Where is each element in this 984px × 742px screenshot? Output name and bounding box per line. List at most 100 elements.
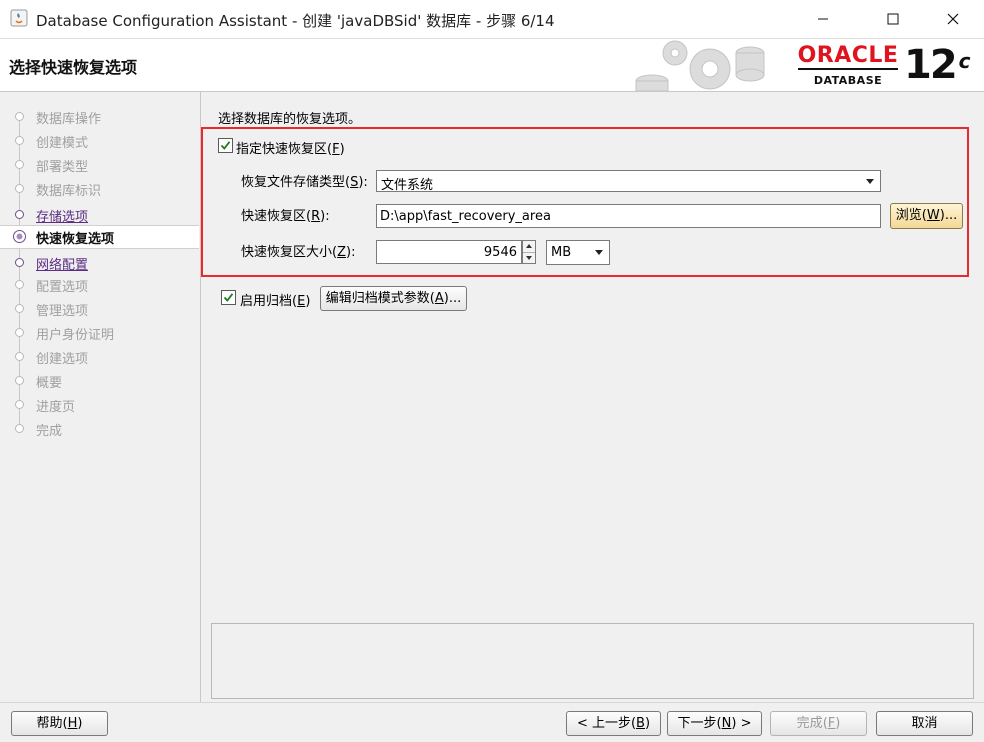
minimize-button[interactable] xyxy=(800,0,846,38)
step-header: 选择快速恢复选项 ORACLE DATABASE 12 c xyxy=(0,39,984,92)
checkmark-icon xyxy=(223,293,234,302)
fra-location-label: 快速恢复区(R): xyxy=(241,209,330,224)
nav-item-label: 部署类型 xyxy=(36,160,89,175)
step-dot-icon xyxy=(15,280,24,289)
archive-checkbox[interactable] xyxy=(221,290,236,305)
step-dot-icon xyxy=(15,304,24,313)
fra-checkbox-text: 指定快速恢复区 xyxy=(236,142,328,157)
edit-archive-params-button[interactable]: 编辑归档模式参数(A)... xyxy=(320,286,467,311)
close-button[interactable] xyxy=(930,0,976,38)
step-dot-icon xyxy=(15,112,24,121)
storage-type-value: 文件系统 xyxy=(381,178,434,193)
edit-archive-params-mnemonic: A xyxy=(434,291,444,306)
edit-archive-params-ellipsis: ... xyxy=(448,291,462,306)
nav-item-network-config[interactable]: 网络配置 xyxy=(0,252,199,274)
fra-checkbox-mnemonic: F xyxy=(332,142,340,157)
nav-item-database-identification: 数据库标识 xyxy=(0,178,199,200)
gears-decoration-icon xyxy=(635,40,765,91)
nav-item-creation-options: 创建选项 xyxy=(0,346,199,368)
storage-type-label: 恢复文件存储类型(S): xyxy=(241,175,368,190)
nav-item-label: 配置选项 xyxy=(36,280,89,295)
fra-location-mnemonic: R xyxy=(311,209,321,224)
highlight-box: 指定快速恢复区(F) 恢复文件存储类型(S): 文件系统 快速恢复区(R): D… xyxy=(201,127,969,277)
browse-button-mnemonic: W xyxy=(926,208,940,223)
checkmark-icon xyxy=(220,141,231,150)
next-button[interactable]: 下一步(N) > xyxy=(667,711,762,736)
nav-item-config-options: 配置选项 xyxy=(0,274,199,296)
step-dot-icon xyxy=(15,210,24,219)
nav-item-finish: 完成 xyxy=(0,418,199,440)
intro-text: 选择数据库的恢复选项。 xyxy=(218,112,362,127)
version-suffix: c xyxy=(958,49,971,73)
nav-item-creation-mode: 创建模式 xyxy=(0,130,199,152)
message-panel xyxy=(211,623,974,699)
nav-item-deployment-type: 部署类型 xyxy=(0,154,199,176)
finish-button-text: 完成 xyxy=(796,716,823,731)
fra-size-spinner[interactable] xyxy=(522,240,536,264)
nav-item-label: 数据库操作 xyxy=(36,112,102,127)
archive-checkbox-label[interactable]: 启用归档(E) xyxy=(240,290,310,309)
nav-item-summary: 概要 xyxy=(0,370,199,392)
back-button[interactable]: < 上一步(B) xyxy=(566,711,661,736)
nav-item-fast-recovery-option[interactable]: 快速恢复选项 xyxy=(0,225,199,249)
fra-size-text: 快速恢复区大小 xyxy=(241,245,333,260)
fra-size-input[interactable]: 9546 xyxy=(376,240,522,264)
nav-item-label: 网络配置 xyxy=(36,258,89,273)
nav-item-label: 概要 xyxy=(36,376,63,391)
nav-item-label: 管理选项 xyxy=(36,304,89,319)
maximize-button[interactable] xyxy=(870,0,916,38)
chevron-down-icon xyxy=(595,250,603,255)
cancel-button-text: 取消 xyxy=(911,716,938,731)
nav-item-label: 创建选项 xyxy=(36,352,89,367)
nav-item-label: 创建模式 xyxy=(36,136,89,151)
fra-size-unit-value: MB xyxy=(551,245,572,260)
storage-type-select[interactable]: 文件系统 xyxy=(376,170,881,193)
logo-divider xyxy=(798,68,898,70)
main-content: 选择数据库的恢复选项。 指定快速恢复区(F) 恢复文件存储类型(S): 文件系统… xyxy=(201,92,984,702)
fra-location-text: 快速恢复区 xyxy=(241,209,307,224)
step-navigation: 数据库操作 创建模式 部署类型 数据库标识 存储选项 快速恢复选项 网络配置 配… xyxy=(0,92,200,702)
next-button-suffix: > xyxy=(736,716,752,731)
nav-item-label: 用户身份证明 xyxy=(36,328,115,343)
browse-button-text: 浏览 xyxy=(895,208,922,223)
fra-checkbox-label[interactable]: 指定快速恢复区(F) xyxy=(236,138,345,157)
finish-button-mnemonic: F xyxy=(827,716,836,731)
current-step-icon xyxy=(13,230,26,243)
help-button[interactable]: 帮助(H) xyxy=(11,711,108,736)
fra-location-input[interactable]: D:\app\fast_recovery_area xyxy=(376,204,881,228)
archive-checkbox-mnemonic: E xyxy=(297,294,306,309)
browse-button-ellipsis: ... xyxy=(944,208,958,223)
nav-item-user-credentials: 用户身份证明 xyxy=(0,322,199,344)
minimize-icon xyxy=(818,18,828,20)
finish-button[interactable]: 完成(F) xyxy=(770,711,867,736)
fra-size-mnemonic: Z xyxy=(337,245,346,260)
oracle-brand: ORACLE xyxy=(797,43,899,68)
edit-archive-params-text: 编辑归档模式参数 xyxy=(325,291,430,306)
chevron-down-icon xyxy=(866,179,874,184)
archive-checkbox-text: 启用归档 xyxy=(240,294,293,309)
nav-item-label: 进度页 xyxy=(36,400,76,415)
nav-item-label: 完成 xyxy=(36,424,63,439)
nav-item-label: 存储选项 xyxy=(36,210,89,225)
step-dot-icon xyxy=(15,184,24,193)
version-number: 12 xyxy=(904,42,958,88)
help-button-text: 帮助 xyxy=(36,716,63,731)
cancel-button[interactable]: 取消 xyxy=(876,711,973,736)
arrow-up-icon xyxy=(526,244,532,248)
oracle-database-label: DATABASE xyxy=(813,74,883,87)
next-button-text: 下一步 xyxy=(677,716,717,731)
nav-item-database-operation: 数据库操作 xyxy=(0,106,199,128)
nav-item-storage-option[interactable]: 存储选项 xyxy=(0,204,199,226)
fra-checkbox[interactable] xyxy=(218,138,233,153)
nav-item-label: 快速恢复选项 xyxy=(36,232,115,247)
fra-size-unit-select[interactable]: MB xyxy=(546,240,610,265)
footer-divider xyxy=(0,702,984,703)
browse-button[interactable]: 浏览(W)... xyxy=(890,203,963,229)
step-dot-icon xyxy=(15,136,24,145)
maximize-icon xyxy=(887,13,899,25)
storage-type-text: 恢复文件存储类型 xyxy=(241,175,346,190)
nav-item-progress: 进度页 xyxy=(0,394,199,416)
page-title: 选择快速恢复选项 xyxy=(9,58,138,77)
fra-location-value: D:\app\fast_recovery_area xyxy=(380,209,551,224)
fra-size-value: 9546 xyxy=(483,245,517,260)
